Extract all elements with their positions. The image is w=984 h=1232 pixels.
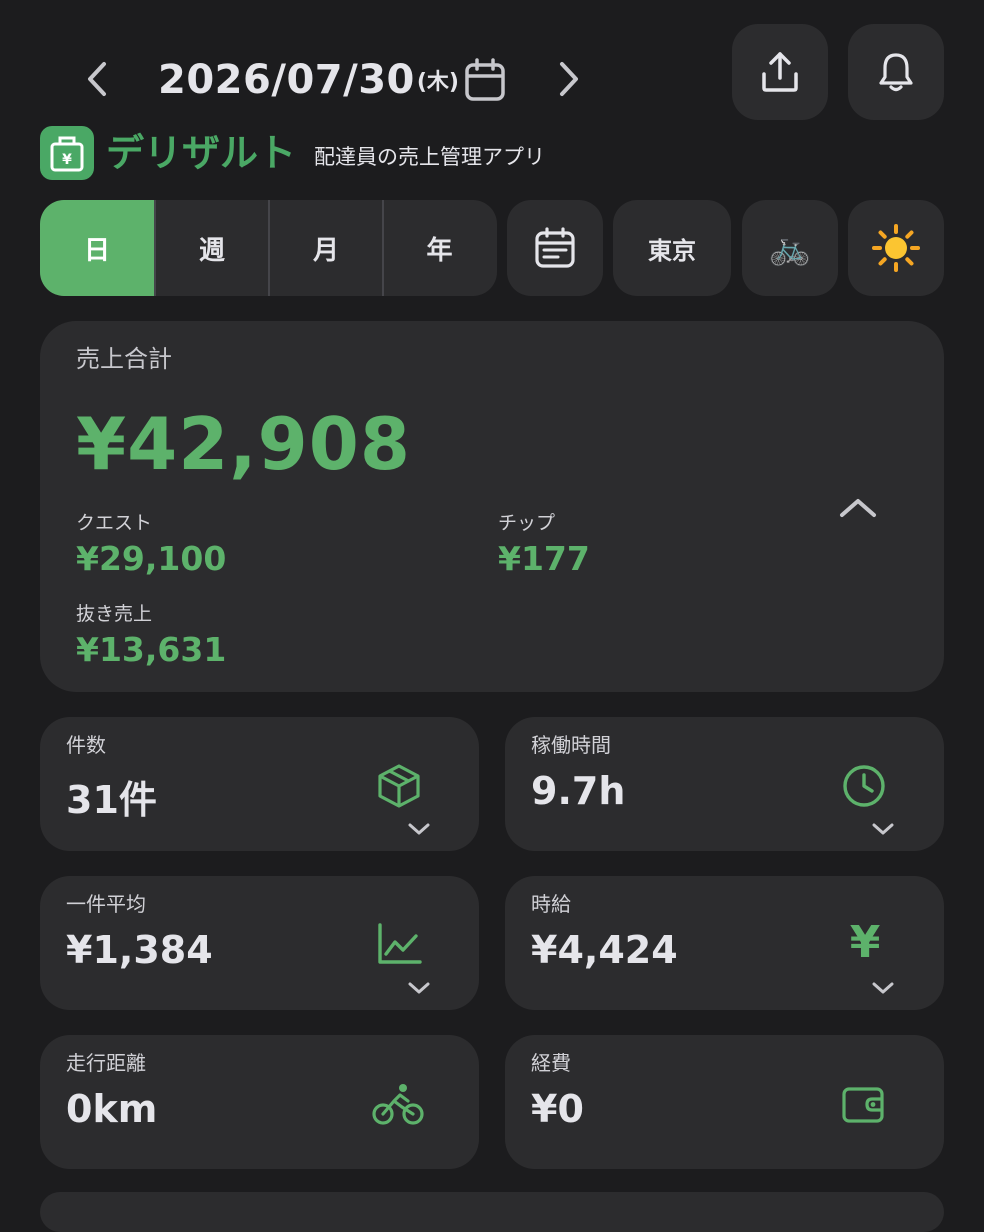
stat-value: 31件 bbox=[66, 778, 157, 822]
box-icon bbox=[374, 761, 424, 811]
app-subtitle: 配達員の売上管理アプリ bbox=[314, 145, 545, 169]
stat-label: 件数 bbox=[66, 733, 106, 757]
next-day-button[interactable] bbox=[546, 56, 592, 102]
yen-icon: ¥ bbox=[849, 917, 881, 968]
expand-chevron-down-icon[interactable] bbox=[870, 819, 896, 839]
bicycle-icon bbox=[370, 1079, 426, 1129]
date-display[interactable]: 2026/07/30 (木) bbox=[158, 50, 459, 110]
stat-card-work-hours[interactable]: 稼働時間 9.7h bbox=[505, 717, 944, 851]
collapse-summary-button[interactable] bbox=[834, 487, 882, 527]
sun-icon bbox=[872, 224, 920, 272]
share-icon bbox=[762, 52, 798, 92]
next-card-partial bbox=[40, 1192, 944, 1232]
stat-label: 稼働時間 bbox=[531, 733, 611, 757]
stat-label: 一件平均 bbox=[66, 892, 146, 916]
stat-value: 9.7h bbox=[531, 769, 626, 813]
stat-card-count[interactable]: 件数 31件 bbox=[40, 717, 479, 851]
stat-label: 走行距離 bbox=[66, 1051, 146, 1075]
stat-card-expenses[interactable]: 経費 ¥0 bbox=[505, 1035, 944, 1169]
stat-value: 0km bbox=[66, 1087, 158, 1131]
period-segmented-control: 日 週 月 年 bbox=[40, 200, 497, 296]
bell-icon bbox=[879, 53, 913, 92]
tab-month[interactable]: 月 bbox=[270, 200, 382, 296]
stat-value: ¥0 bbox=[531, 1087, 584, 1131]
chevron-right-icon bbox=[560, 62, 578, 96]
share-button[interactable] bbox=[732, 24, 828, 120]
weekday-text: (木) bbox=[416, 70, 459, 95]
stat-card-distance[interactable]: 走行距離 0km bbox=[40, 1035, 479, 1169]
stat-card-hourly-rate[interactable]: 時給 ¥4,424 ¥ bbox=[505, 876, 944, 1010]
delivery-bag-icon: ¥ bbox=[50, 136, 84, 172]
stat-label: 時給 bbox=[531, 892, 571, 916]
expand-chevron-down-icon[interactable] bbox=[406, 978, 432, 998]
stat-value: ¥4,424 bbox=[531, 928, 678, 972]
quest-label: クエスト bbox=[76, 512, 153, 534]
vehicle-selector-button[interactable]: 🚲 bbox=[742, 200, 838, 296]
region-selector-button[interactable]: 東京 bbox=[613, 200, 731, 296]
app-name: デリザルト bbox=[106, 131, 297, 175]
prev-day-button[interactable] bbox=[74, 56, 120, 102]
date-text: 2026/07/30 bbox=[158, 57, 415, 103]
stat-label: 経費 bbox=[531, 1051, 571, 1075]
tab-week[interactable]: 週 bbox=[156, 200, 268, 296]
tab-day[interactable]: 日 bbox=[40, 200, 154, 296]
stat-value: ¥1,384 bbox=[66, 928, 213, 972]
net-sales-value: ¥13,631 bbox=[76, 630, 227, 669]
tip-value: ¥177 bbox=[498, 539, 590, 578]
stat-card-average-per-order[interactable]: 一件平均 ¥1,384 bbox=[40, 876, 479, 1010]
tab-year[interactable]: 年 bbox=[384, 200, 495, 296]
calendar-grid-icon bbox=[535, 227, 575, 268]
summary-title: 売上合計 bbox=[76, 345, 172, 373]
weather-selector-button[interactable] bbox=[848, 200, 944, 296]
calendar-view-button[interactable] bbox=[507, 200, 603, 296]
svg-text:¥: ¥ bbox=[62, 152, 72, 168]
notification-button[interactable] bbox=[848, 24, 944, 120]
bicycle-emoji-icon: 🚲 bbox=[768, 228, 812, 268]
wallet-icon bbox=[839, 1079, 889, 1129]
calendar-picker-button[interactable] bbox=[462, 56, 508, 104]
sales-summary-card: 売上合計 ¥42,908 クエスト ¥29,100 チップ ¥177 抜き売上 … bbox=[40, 321, 944, 692]
chevron-left-icon bbox=[88, 62, 106, 96]
calendar-icon bbox=[465, 58, 505, 101]
tip-label: チップ bbox=[498, 512, 556, 534]
quest-value: ¥29,100 bbox=[76, 539, 227, 578]
net-sales-label: 抜き売上 bbox=[76, 603, 153, 625]
chevron-up-icon bbox=[840, 499, 876, 517]
app-logo: ¥ bbox=[40, 126, 94, 180]
clock-icon bbox=[839, 761, 889, 811]
total-sales-value: ¥42,908 bbox=[76, 402, 411, 486]
line-chart-icon bbox=[374, 920, 424, 970]
expand-chevron-down-icon[interactable] bbox=[406, 819, 432, 839]
expand-chevron-down-icon[interactable] bbox=[870, 978, 896, 998]
